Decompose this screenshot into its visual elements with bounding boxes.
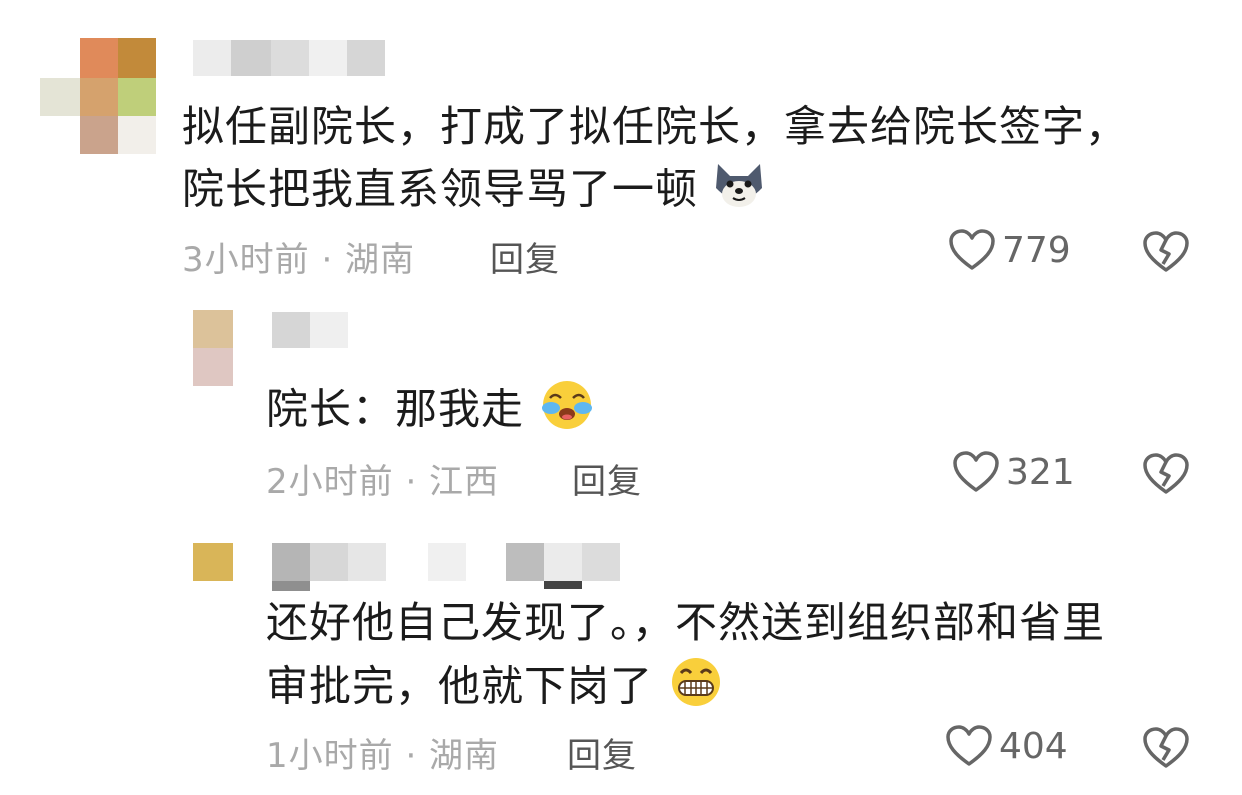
broken-heart-icon: [1142, 453, 1190, 500]
comment-meta: 3小时前 · 湖南: [182, 240, 416, 280]
username[interactable]: [272, 543, 622, 593]
like-button[interactable]: 321: [952, 450, 1075, 494]
reply-button[interactable]: 回复: [567, 728, 637, 777]
reply-button[interactable]: 回复: [572, 454, 642, 503]
grinning-face-icon: [667, 655, 725, 723]
comment-text-line: 还好他自己发现了。，不然送到组织部和省里: [266, 598, 1106, 647]
comment-text: 院长把我直系领导骂了一顿: [182, 164, 699, 214]
reply-button[interactable]: 回复: [490, 232, 560, 281]
username[interactable]: [193, 40, 389, 76]
dislike-button[interactable]: [1142, 452, 1190, 500]
like-button[interactable]: 779: [948, 228, 1071, 272]
comment-text-line: 院长把我直系领导骂了一顿: [182, 160, 766, 224]
avatar[interactable]: [40, 38, 160, 158]
like-count: 404: [999, 725, 1068, 767]
avatar[interactable]: [193, 310, 233, 386]
broken-heart-icon: [1142, 727, 1190, 774]
like-button[interactable]: 404: [945, 724, 1068, 768]
comment-text-line: 审批完，他就下岗了: [266, 655, 725, 723]
comment-meta: 2小时前 · 江西: [266, 462, 500, 502]
comment-meta: 1小时前 · 湖南: [266, 736, 500, 776]
like-count: 779: [1002, 229, 1071, 271]
dislike-button[interactable]: [1142, 230, 1190, 278]
username[interactable]: [272, 312, 350, 348]
comment-text-line: 拟任副院长，打成了拟任院长，拿去给院长签字，: [182, 102, 1129, 151]
heart-icon: [952, 450, 1000, 494]
comment-text: 审批完，他就下岗了: [266, 661, 654, 711]
broken-heart-icon: [1142, 231, 1190, 278]
like-count: 321: [1006, 451, 1075, 493]
comment-text: 院长：那我走: [266, 384, 525, 434]
dislike-button[interactable]: [1142, 726, 1190, 774]
comment-text-line: 院长：那我走: [266, 378, 596, 446]
wolf-face-icon: [712, 160, 766, 224]
heart-icon: [945, 724, 993, 768]
avatar[interactable]: [193, 543, 233, 583]
heart-icon: [948, 228, 996, 272]
crying-face-icon: [538, 378, 596, 446]
